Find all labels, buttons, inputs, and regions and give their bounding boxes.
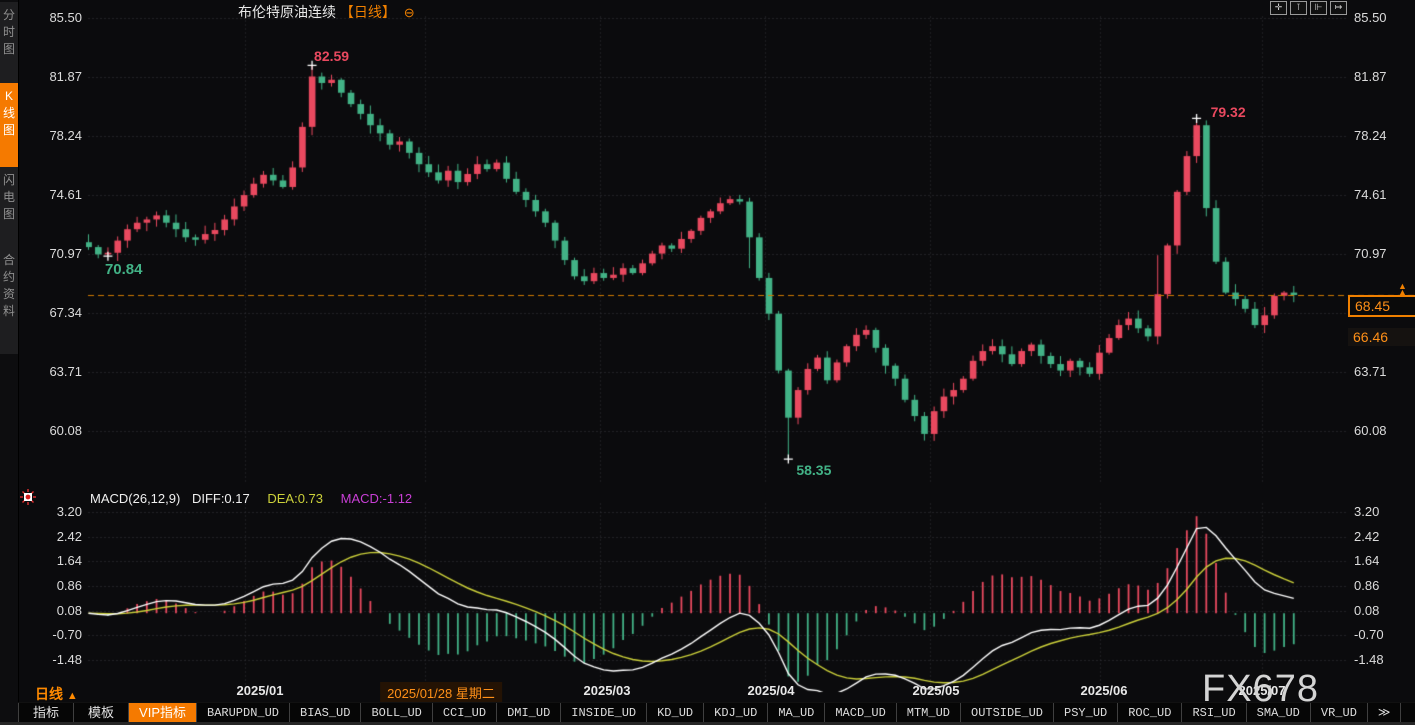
toolbar-indicator-mtm_ud[interactable]: MTM_UD: [897, 703, 961, 723]
price-extreme-annotation: 70.84: [105, 261, 143, 278]
price-axis-label-right: 63.71: [1354, 364, 1387, 379]
alert-icon[interactable]: [20, 489, 36, 510]
toolbar-tab-templates[interactable]: 模板: [74, 703, 129, 723]
price-axis-label-right: 60.08: [1354, 423, 1387, 438]
toolbar-indicator-barupdn_ud[interactable]: BARUPDN_UD: [197, 703, 290, 723]
symbol-name: 布伦特原油连续: [238, 4, 336, 20]
fx678-watermark: FX678: [1202, 668, 1319, 711]
period-tag: 【日线】: [340, 4, 396, 20]
macd-value: MACD:-1.12: [341, 491, 413, 506]
price-axis-label-left: 63.71: [28, 364, 82, 379]
sidebar-tab-time-share-chart[interactable]: 分时图: [0, 2, 18, 83]
price-axis-label-left: 70.97: [28, 246, 82, 261]
toolbar-indicator-bias_ud[interactable]: BIAS_UD: [290, 703, 361, 723]
macd-axis-label-right: -0.70: [1354, 627, 1384, 642]
selected-date-label: 2025/01/28 星期二: [380, 682, 502, 703]
macd-params-label: MACD(26,12,9): [90, 491, 180, 506]
toolbar-indicator-outside_ud[interactable]: OUTSIDE_UD: [961, 703, 1054, 723]
toolbar-indicator-psy_ud[interactable]: PSY_UD: [1054, 703, 1118, 723]
toolbar-indicator-dmi_ud[interactable]: DMI_UD: [497, 703, 561, 723]
macd-axis-label-left: -0.70: [28, 627, 82, 642]
date-axis-label: 2025/04: [748, 683, 795, 698]
price-axis-label-right: 78.24: [1354, 128, 1387, 143]
price-axis-label-right: 74.61: [1354, 187, 1387, 202]
toolbar-indicator-vr_ud[interactable]: VR_UD: [1311, 703, 1368, 723]
price-axis-label-left: 60.08: [28, 423, 82, 438]
macd-diff-value: DIFF:0.17: [192, 491, 250, 506]
collapse-icon[interactable]: ⊖: [404, 5, 415, 20]
macd-axis-label-left: 0.08: [28, 603, 82, 618]
date-axis-label: 2025/06: [1081, 683, 1128, 698]
toolbar-more-button[interactable]: ≫: [1368, 703, 1402, 723]
sidebar-tab-flash-chart[interactable]: 闪电图: [0, 167, 18, 248]
macd-axis-label-right: 3.20: [1354, 504, 1379, 519]
period-selector-arrow-icon: ▲: [67, 690, 78, 702]
fit-width-icon[interactable]: ⊩: [1310, 1, 1327, 15]
macd-axis-label-right: 1.64: [1354, 553, 1379, 568]
price-extreme-annotation: 82.59: [314, 48, 349, 64]
period-selector-label: 日线: [35, 686, 63, 702]
macd-axis-label-right: 0.08: [1354, 603, 1379, 618]
toolbar-indicator-macd_ud[interactable]: MACD_UD: [825, 703, 896, 723]
macd-dea-value: DEA:0.73: [267, 491, 323, 506]
period-selector[interactable]: 日线 ▲: [35, 684, 78, 704]
toolbar-indicator-ma_ud[interactable]: MA_UD: [768, 703, 825, 723]
macd-axis-label-left: 2.42: [28, 529, 82, 544]
date-axis-label: 2025/01: [237, 683, 284, 698]
macd-indicator-header: MACD(26,12,9) DIFF:0.17 DEA:0.73 MACD:-1…: [90, 491, 412, 506]
sidebar-tab-contract-info[interactable]: 合约资料: [0, 247, 18, 354]
toolbar-indicator-inside_ud[interactable]: INSIDE_UD: [561, 703, 647, 723]
macd-axis-label-right: -1.48: [1354, 652, 1384, 667]
macd-axis-label-right: 2.42: [1354, 529, 1379, 544]
price-axis-label-left: 78.24: [28, 128, 82, 143]
toolbar-tab-vip-indicators[interactable]: VIP指标: [129, 703, 197, 723]
chart-canvas[interactable]: [0, 0, 1415, 725]
date-axis-label: 2025/03: [584, 683, 631, 698]
price-axis-label-left: 67.34: [28, 305, 82, 320]
toolbar-indicator-kd_ud[interactable]: KD_UD: [647, 703, 704, 723]
price-extreme-annotation: 79.32: [1211, 104, 1246, 120]
price-up-arrow-icon: ▲▲: [1398, 283, 1407, 295]
reference-price-label: 66.46: [1348, 328, 1415, 346]
price-axis-label-right: 85.50: [1354, 10, 1387, 25]
last-price-label: 68.45: [1348, 295, 1415, 317]
toolbar-indicator-roc_ud[interactable]: ROC_UD: [1118, 703, 1182, 723]
toolbar-tab-indicators[interactable]: 指标: [18, 703, 74, 723]
chart-type-sidebar: 分时图K线图闪电图合约资料: [0, 0, 19, 725]
sidebar-tab-kline-chart[interactable]: K线图: [0, 83, 18, 168]
price-axis-label-left: 85.50: [28, 10, 82, 25]
move-icon[interactable]: ✛: [1270, 1, 1287, 15]
price-axis-label-left: 81.87: [28, 69, 82, 84]
go-to-latest-icon[interactable]: ↦: [1330, 1, 1347, 15]
macd-axis-label-left: 3.20: [28, 504, 82, 519]
date-axis-label: 2025/05: [913, 683, 960, 698]
macd-axis-label-left: 1.64: [28, 553, 82, 568]
trading-app-window: 分时图K线图闪电图合约资料 布伦特原油连续 【日线】 ⊖ ✛⊺⊩↦ 85.50 8…: [0, 0, 1415, 725]
toolbar-indicator-boll_ud[interactable]: BOLL_UD: [361, 703, 432, 723]
chart-scale-toolbar: ✛⊺⊩↦: [1270, 1, 1347, 15]
price-axis-label-right: 70.97: [1354, 246, 1387, 261]
fit-height-icon[interactable]: ⊺: [1290, 1, 1307, 15]
toolbar-indicator-cci_ud[interactable]: CCI_UD: [433, 703, 497, 723]
chart-title: 布伦特原油连续 【日线】 ⊖: [238, 2, 415, 22]
price-axis-label-left: 74.61: [28, 187, 82, 202]
macd-axis-label-right: 0.86: [1354, 578, 1379, 593]
macd-axis-label-left: 0.86: [28, 578, 82, 593]
price-extreme-annotation: 58.35: [796, 462, 831, 478]
toolbar-indicator-kdj_ud[interactable]: KDJ_UD: [704, 703, 768, 723]
price-axis-label-right: 81.87: [1354, 69, 1387, 84]
macd-axis-label-left: -1.48: [28, 652, 82, 667]
